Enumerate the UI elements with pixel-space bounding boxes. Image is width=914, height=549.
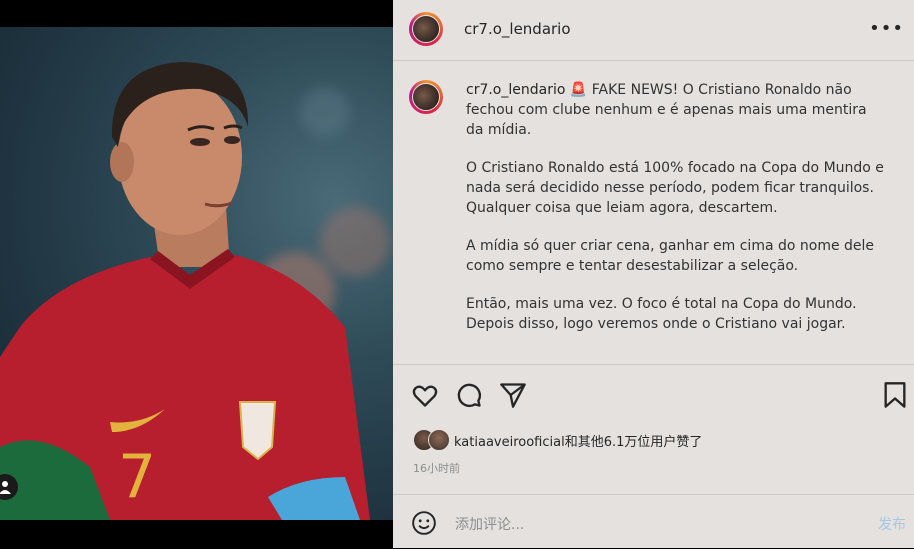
caption-username[interactable]: cr7.o_lendario <box>466 82 565 98</box>
caption-avatar[interactable] <box>409 80 443 114</box>
caption-paragraph-2: O Cristiano Ronaldo está 100% focado na … <box>466 160 884 216</box>
avatar[interactable] <box>409 12 443 46</box>
action-bar: katiaaveirooficial和其他6.1万位用户赞了 16小时前 <box>393 364 914 495</box>
emoji-icon[interactable] <box>411 510 437 540</box>
caption-paragraph-3: A mídia só quer criar cena, ganhar em ci… <box>466 238 875 274</box>
heart-icon[interactable] <box>411 381 439 413</box>
comment-input[interactable]: 添加评论... <box>455 514 524 534</box>
bookmark-icon[interactable] <box>882 381 908 413</box>
share-icon[interactable] <box>499 381 527 413</box>
caption-paragraph-4: Então, mais uma vez. O foco é total na C… <box>466 296 857 332</box>
likes-summary[interactable]: katiaaveirooficial和其他6.1万位用户赞了 <box>413 429 702 451</box>
post-header: cr7.o_lendario ••• <box>393 0 914 61</box>
post-photo[interactable]: 7 <box>0 27 393 520</box>
media-panel: 7 <box>0 0 393 548</box>
post-comment-button[interactable]: 发布 <box>878 514 906 534</box>
liker-avatar <box>428 429 450 451</box>
post-details: cr7.o_lendario ••• cr7.o_lendario 🚨 FAKE… <box>393 0 914 548</box>
player-illustration: 7 <box>0 62 370 520</box>
comment-icon[interactable] <box>455 381 483 413</box>
post-timestamp[interactable]: 16小时前 <box>413 460 460 476</box>
caption: cr7.o_lendario 🚨 FAKE NEWS! O Cristiano … <box>466 80 886 352</box>
more-options-icon[interactable]: ••• <box>869 18 904 39</box>
likes-text[interactable]: katiaaveirooficial和其他6.1万位用户赞了 <box>454 431 702 450</box>
header-username[interactable]: cr7.o_lendario <box>464 20 571 38</box>
jersey-number: 7 <box>118 442 156 512</box>
comment-bar: 添加评论... 发布 <box>393 494 914 549</box>
